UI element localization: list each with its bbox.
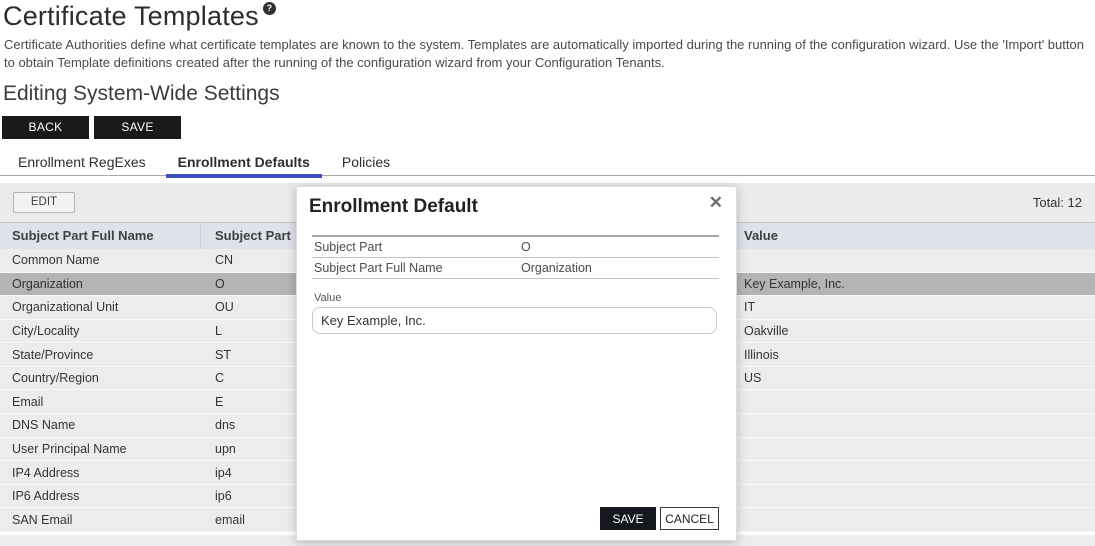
cell-value: Oakville [735, 320, 1095, 343]
column-header-value[interactable]: Value [735, 223, 1095, 249]
cell-value [735, 414, 1095, 437]
cell-full-name: Email [0, 390, 200, 413]
modal-field-row: Subject PartO [312, 237, 719, 258]
certificate-templates-page: Certificate Templates? Certificate Autho… [0, 0, 1095, 546]
cell-full-name: SAN Email [0, 508, 200, 531]
enrollment-default-modal: Enrollment Default ✕ Subject PartOSubjec… [296, 186, 737, 541]
cell-value: IT [735, 296, 1095, 319]
cell-value: Illinois [735, 343, 1095, 366]
cell-full-name: Organization [0, 273, 200, 296]
tab-bar: Enrollment RegExes Enrollment Defaults Pol… [0, 154, 1095, 176]
cell-value: Key Example, Inc. [735, 273, 1095, 296]
page-description: Certificate Authorities define what cert… [4, 36, 1085, 73]
edit-button[interactable]: EDIT [13, 192, 75, 213]
cell-value [735, 438, 1095, 461]
cell-value [735, 485, 1095, 508]
section-subtitle: Editing System-Wide Settings [3, 82, 1095, 106]
tab-enrollment-defaults[interactable]: Enrollment Defaults [170, 154, 318, 175]
cell-full-name: Country/Region [0, 367, 200, 390]
modal-field-label: Subject Part Full Name [312, 261, 521, 275]
modal-field-row: Subject Part Full NameOrganization [312, 258, 719, 279]
top-button-row: BACK SAVE [2, 116, 1095, 139]
cell-value: US [735, 367, 1095, 390]
cell-value [735, 249, 1095, 272]
close-icon[interactable]: ✕ [709, 192, 723, 214]
modal-field-value: Organization [521, 261, 592, 275]
cell-value [735, 508, 1095, 531]
value-input[interactable] [312, 307, 717, 334]
modal-footer: SAVE CANCEL [600, 507, 719, 530]
value-field-label: Value [314, 292, 736, 304]
cell-full-name: Organizational Unit [0, 296, 200, 319]
help-icon[interactable]: ? [263, 2, 276, 15]
page-title: Certificate Templates [3, 1, 259, 31]
cell-full-name: IP4 Address [0, 461, 200, 484]
cell-full-name: City/Locality [0, 320, 200, 343]
column-header-subject-part-full-name[interactable]: Subject Part Full Name [0, 223, 200, 249]
tab-policies[interactable]: Policies [334, 154, 398, 175]
cell-full-name: DNS Name [0, 414, 200, 437]
modal-save-button[interactable]: SAVE [600, 507, 656, 530]
back-button[interactable]: BACK [2, 116, 89, 139]
cell-full-name: State/Province [0, 343, 200, 366]
modal-fields: Subject PartOSubject Part Full NameOrgan… [312, 235, 719, 279]
cell-value [735, 390, 1095, 413]
modal-cancel-button[interactable]: CANCEL [660, 507, 719, 530]
cell-value [735, 461, 1095, 484]
cell-full-name: User Principal Name [0, 438, 200, 461]
tab-enrollment-regexes[interactable]: Enrollment RegExes [10, 154, 154, 175]
title-row: Certificate Templates? [3, 1, 1095, 32]
modal-field-value: O [521, 240, 531, 254]
cell-full-name: Common Name [0, 249, 200, 272]
cell-full-name: IP6 Address [0, 485, 200, 508]
modal-title: Enrollment Default [309, 196, 736, 218]
total-count: Total: 12 [1033, 195, 1082, 210]
save-button[interactable]: SAVE [94, 116, 181, 139]
modal-field-label: Subject Part [312, 240, 521, 254]
